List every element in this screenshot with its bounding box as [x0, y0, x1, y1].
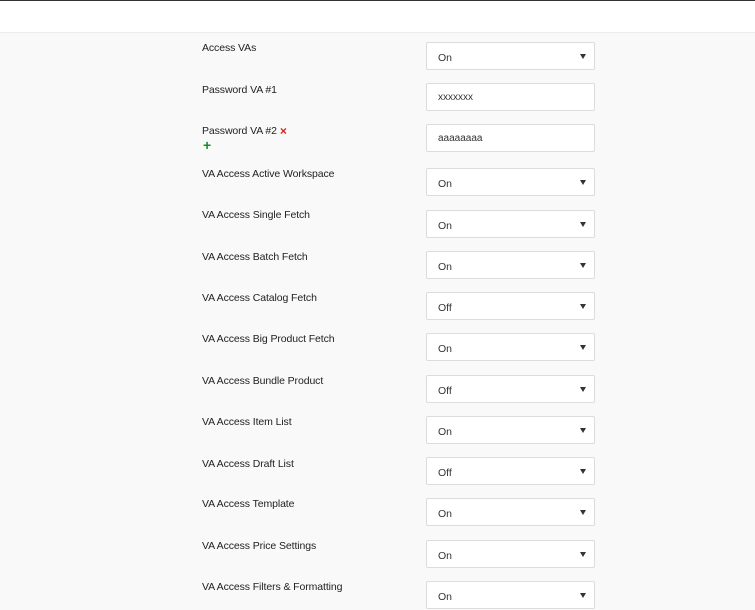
chevron-down-icon	[580, 469, 586, 474]
setting-label: VA Access Single Fetch	[202, 209, 310, 221]
filters-formatting-select[interactable]: On	[426, 581, 595, 609]
setting-label: Password VA #2	[202, 125, 277, 137]
input-value: xxxxxxx	[438, 92, 473, 103]
catalog-fetch-select[interactable]: Off	[426, 292, 595, 320]
draft-list-select[interactable]: Off	[426, 457, 595, 485]
top-bar	[0, 0, 755, 33]
active-workspace-select[interactable]: On	[426, 168, 595, 196]
setting-label: Password VA #1	[202, 84, 277, 96]
setting-label: VA Access Big Product Fetch	[202, 333, 335, 345]
add-icon[interactable]: +	[203, 138, 211, 152]
item-list-select[interactable]: On	[426, 416, 595, 444]
setting-label: VA Access Filters & Formatting	[202, 581, 343, 593]
select-value: Off	[438, 385, 452, 397]
setting-label: Access VAs	[202, 42, 257, 54]
setting-label: VA Access Batch Fetch	[202, 251, 308, 263]
batch-fetch-select[interactable]: On	[426, 251, 595, 279]
setting-label: VA Access Bundle Product	[202, 375, 324, 387]
select-value: Off	[438, 302, 452, 314]
chevron-down-icon	[580, 54, 586, 59]
chevron-down-icon	[580, 428, 586, 433]
access-vas-select[interactable]: On	[426, 42, 595, 70]
chevron-down-icon	[580, 180, 586, 185]
bundle-product-select[interactable]: Off	[426, 375, 595, 403]
chevron-down-icon	[580, 387, 586, 392]
select-value: On	[438, 426, 453, 438]
password-va-1-input[interactable]: xxxxxxx	[426, 83, 595, 111]
setting-label-wrapper: Password VA #2 ×	[202, 125, 287, 137]
select-value: Off	[438, 467, 452, 479]
big-product-fetch-select[interactable]: On	[426, 333, 595, 361]
select-value: On	[438, 220, 453, 232]
price-settings-select[interactable]: On	[426, 540, 595, 568]
select-value: On	[438, 52, 453, 64]
template-select[interactable]: On	[426, 498, 595, 526]
chevron-down-icon	[580, 345, 586, 350]
setting-label: VA Access Catalog Fetch	[202, 292, 317, 304]
input-value: aaaaaaaa	[438, 133, 483, 144]
password-va-2-input[interactable]: aaaaaaaa	[426, 124, 595, 152]
select-value: On	[438, 178, 453, 190]
chevron-down-icon	[580, 510, 586, 515]
select-value: On	[438, 508, 453, 520]
chevron-down-icon	[580, 222, 586, 227]
select-value: On	[438, 261, 453, 273]
single-fetch-select[interactable]: On	[426, 210, 595, 238]
setting-label: VA Access Item List	[202, 416, 292, 428]
setting-label: VA Access Template	[202, 498, 295, 510]
chevron-down-icon	[580, 263, 586, 268]
setting-label: VA Access Price Settings	[202, 540, 317, 552]
remove-icon[interactable]: ×	[280, 125, 287, 137]
select-value: On	[438, 343, 453, 355]
chevron-down-icon	[580, 593, 586, 598]
setting-label: VA Access Draft List	[202, 458, 294, 470]
chevron-down-icon	[580, 304, 586, 309]
chevron-down-icon	[580, 552, 586, 557]
select-value: On	[438, 550, 453, 562]
select-value: On	[438, 591, 453, 603]
setting-label: VA Access Active Workspace	[202, 168, 335, 180]
